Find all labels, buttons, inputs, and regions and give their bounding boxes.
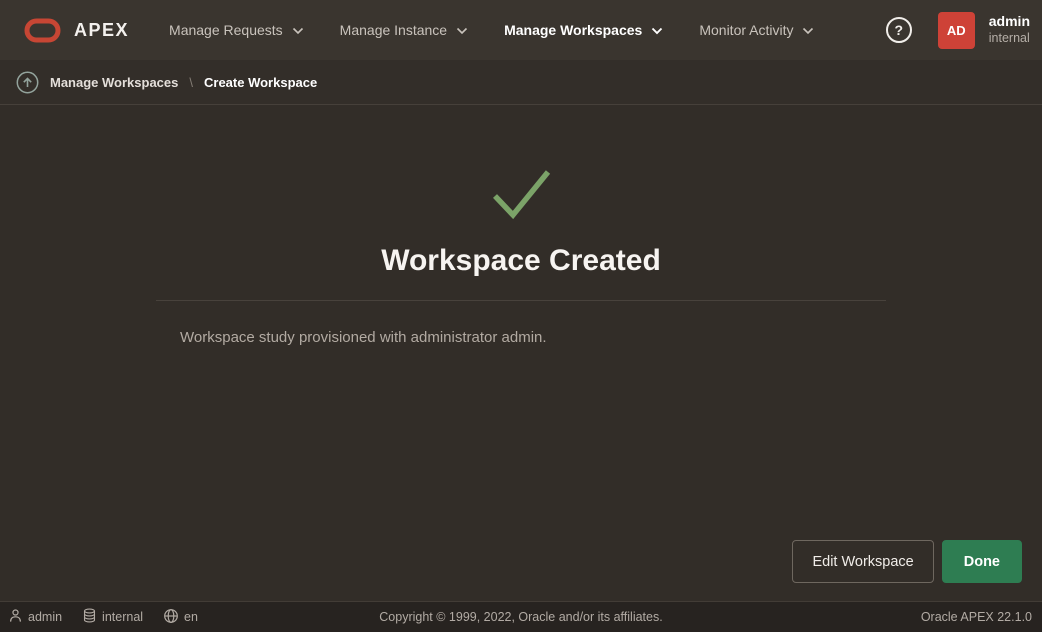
apex-admin-screen: APEX Manage Requests Manage Instance Man… [0,0,1042,632]
user-block: admin internal [989,13,1030,46]
top-navbar: APEX Manage Requests Manage Instance Man… [0,0,1042,60]
footer-database: internal [82,608,143,626]
footer-database-label: internal [102,610,143,624]
version-text: Oracle APEX 22.1.0 [921,610,1032,624]
done-button[interactable]: Done [942,540,1022,583]
footer-language: en [163,608,198,627]
brand-name: APEX [74,20,129,41]
navbar-right: ? AD admin internal [886,12,1030,49]
edit-workspace-button[interactable]: Edit Workspace [792,540,933,583]
menu-monitor-activity[interactable]: Monitor Activity [687,0,826,60]
footer-language-label: en [184,610,198,624]
divider [156,300,886,301]
breadcrumb-parent[interactable]: Manage Workspaces [50,75,178,90]
main-menu: Manage Requests Manage Instance Manage W… [151,0,832,60]
footer: Copyright © 1999, 2022, Oracle and/or it… [0,601,1042,632]
up-arrow-icon[interactable] [16,71,39,94]
action-buttons: Edit Workspace Done [792,540,1022,583]
breadcrumb-separator: \ [189,75,193,90]
page-title: Workspace Created [156,244,886,278]
menu-manage-requests[interactable]: Manage Requests [157,0,316,60]
chevron-down-icon [802,27,814,35]
user-instance: internal [989,31,1030,47]
avatar[interactable]: AD [938,12,975,49]
success-card: Workspace Created Workspace study provis… [156,105,886,346]
main-content: Workspace Created Workspace study provis… [0,105,1042,600]
chevron-down-icon [651,27,663,35]
menu-item-label: Manage Instance [340,22,447,38]
footer-user-label: admin [28,610,62,624]
oracle-logo-icon [24,18,61,43]
database-icon [82,608,97,626]
brand: APEX [24,18,129,43]
person-icon [8,608,23,626]
menu-item-label: Manage Workspaces [504,22,642,38]
success-message: Workspace study provisioned with adminis… [156,329,886,346]
chevron-down-icon [292,27,304,35]
footer-status: admin internal [8,608,198,627]
checkmark-icon [488,165,554,228]
breadcrumb-current: Create Workspace [204,75,317,90]
menu-manage-workspaces[interactable]: Manage Workspaces [492,0,675,60]
chevron-down-icon [456,27,468,35]
breadcrumb: Manage Workspaces \ Create Workspace [0,60,1042,105]
menu-item-label: Manage Requests [169,22,283,38]
footer-user: admin [8,608,62,626]
user-name: admin [989,13,1030,31]
help-icon[interactable]: ? [886,17,912,43]
globe-icon [163,608,179,627]
menu-manage-instance[interactable]: Manage Instance [328,0,480,60]
menu-item-label: Monitor Activity [699,22,793,38]
